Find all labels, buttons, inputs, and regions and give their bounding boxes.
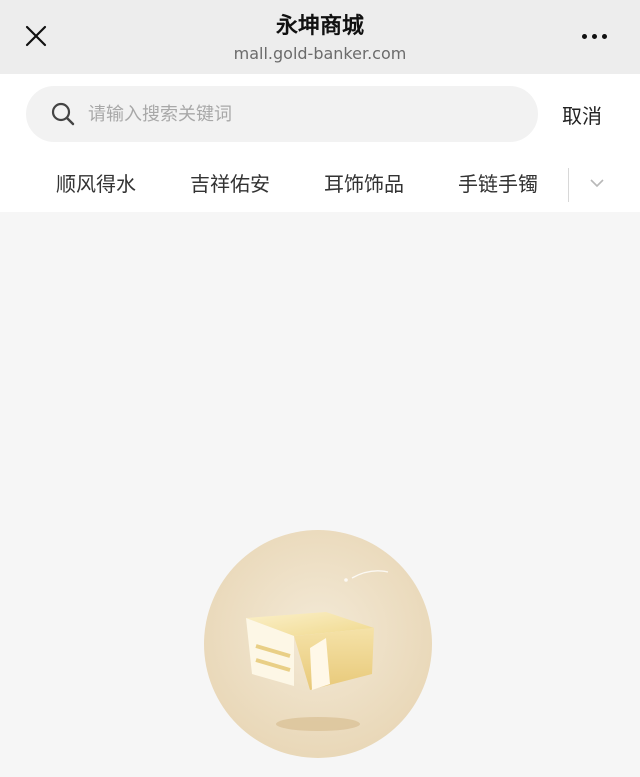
chevron-down-icon[interactable]: [586, 172, 608, 194]
search-row: 取消: [0, 74, 640, 154]
more-button[interactable]: [574, 22, 614, 50]
results-area: [0, 212, 640, 777]
title-bar: 永坤商城 mall.gold-banker.com: [0, 0, 640, 74]
more-icon: [579, 33, 609, 39]
cancel-button[interactable]: 取消: [562, 100, 602, 129]
empty-box-icon: [204, 530, 432, 758]
tabs-divider: [568, 168, 569, 202]
page-url: mall.gold-banker.com: [233, 44, 407, 63]
tab-category-3[interactable]: 耳饰饰品: [324, 168, 404, 197]
tab-category-4[interactable]: 手链手镯: [458, 168, 538, 197]
page-title: 永坤商城: [275, 14, 364, 39]
category-tabs: 顺风得水 吉祥佑安 耳饰饰品 手链手镯: [0, 154, 640, 212]
tab-category-1[interactable]: 顺风得水: [56, 168, 136, 197]
search-box[interactable]: [26, 86, 538, 142]
search-icon: [51, 102, 75, 126]
tab-category-2[interactable]: 吉祥佑安: [190, 168, 270, 197]
search-input[interactable]: [86, 102, 510, 126]
